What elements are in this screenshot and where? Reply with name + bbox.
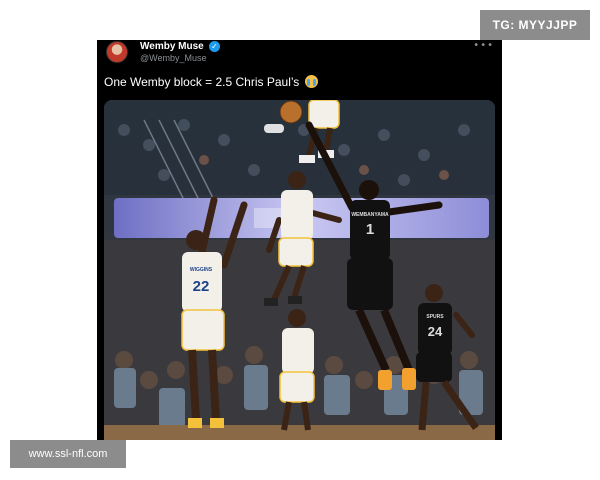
court-floor bbox=[104, 425, 495, 440]
tweet-image[interactable]: WIGGINS 22 WEMBANYAMA 1 SPURS 24 bbox=[104, 100, 495, 440]
crying-face-icon bbox=[304, 75, 318, 88]
more-horizontal-icon[interactable]: ••• bbox=[473, 40, 494, 51]
jersey-name-wiggins: WIGGINS bbox=[190, 267, 213, 273]
jersey-number-1: 1 bbox=[366, 221, 374, 238]
media-indicator bbox=[264, 124, 284, 133]
basketball bbox=[279, 100, 303, 124]
tweet-text-body: One Wemby block = 2.5 Chris Paul’s bbox=[104, 75, 300, 89]
tg-watermark: TG: MYYJJPP bbox=[480, 10, 590, 40]
tweet-text: One Wemby block = 2.5 Chris Paul’s bbox=[104, 75, 318, 89]
verified-badge-icon: ✓ bbox=[209, 41, 220, 52]
avatar[interactable] bbox=[106, 41, 128, 63]
site-watermark: www.ssl-nfl.com bbox=[10, 440, 126, 468]
jersey-name-wembanyama: WEMBANYAMA bbox=[351, 212, 389, 218]
handle[interactable]: @Wemby_Muse bbox=[140, 53, 207, 63]
jersey-number-24: 24 bbox=[428, 324, 443, 339]
basketball-photo: WIGGINS 22 WEMBANYAMA 1 SPURS 24 bbox=[104, 100, 495, 440]
tweet-card: Wemby Muse ✓ @Wemby_Muse ••• One Wemby b… bbox=[97, 40, 502, 440]
tweet-header: Wemby Muse ✓ @Wemby_Muse ••• bbox=[97, 40, 502, 66]
jersey-number-22: 22 bbox=[193, 278, 210, 295]
display-name[interactable]: Wemby Muse bbox=[140, 41, 204, 52]
jersey-name-spurs: SPURS bbox=[426, 314, 444, 320]
